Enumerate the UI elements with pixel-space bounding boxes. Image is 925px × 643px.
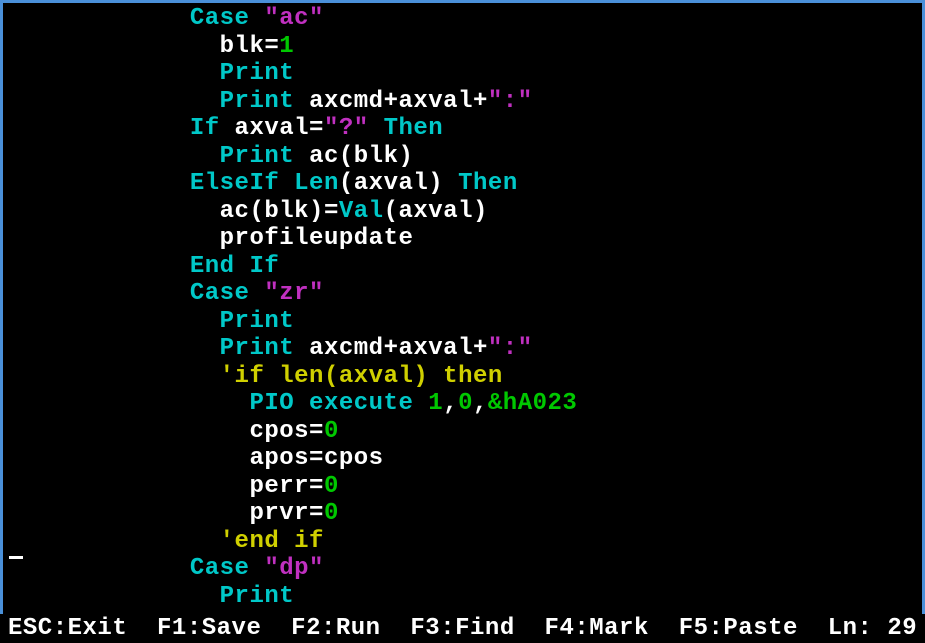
code-line: apos=cpos xyxy=(11,445,914,473)
code-line: Print xyxy=(11,583,914,611)
code-line: PIO execute 1,0,&hA023 xyxy=(11,390,914,418)
esc-hint: ESC:Exit xyxy=(8,615,127,642)
code-line: cpos=0 xyxy=(11,418,914,446)
code-line: 'end if xyxy=(11,528,914,556)
code-line: Case "ac" xyxy=(11,5,914,33)
f5-hint: F5:Paste xyxy=(679,615,798,642)
code-line: prvr=0 xyxy=(11,500,914,528)
f3-hint: F3:Find xyxy=(410,615,514,642)
code-line: Case "dp" xyxy=(11,555,914,583)
line-number-value: 29 xyxy=(887,615,917,642)
code-line: blk=1 xyxy=(11,33,914,61)
code-line: 'if len(axval) then xyxy=(11,363,914,391)
code-line: End If xyxy=(11,253,914,281)
code-line: Case "zr" xyxy=(11,280,914,308)
f4-hint: F4:Mark xyxy=(545,615,649,642)
text-cursor xyxy=(9,556,23,559)
f2-hint: F2:Run xyxy=(291,615,380,642)
f1-hint: F1:Save xyxy=(157,615,261,642)
code-line: ac(blk)=Val(axval) xyxy=(11,198,914,226)
code-line: profileupdate xyxy=(11,225,914,253)
code-line: perr=0 xyxy=(11,473,914,501)
code-line: ElseIf Len(axval) Then xyxy=(11,170,914,198)
code-line: Print axcmd+axval+":" xyxy=(11,335,914,363)
code-line: Print xyxy=(11,60,914,88)
code-editor[interactable]: Case "ac" blk=1 Print Print axcmd+axval+… xyxy=(0,0,925,614)
line-number-label: Ln: xyxy=(828,615,888,642)
code-line: Print ac(blk) xyxy=(11,143,914,171)
code-line: If axval="?" Then xyxy=(11,115,914,143)
status-bar: ESC:Exit F1:Save F2:Run F3:Find F4:Mark … xyxy=(0,615,925,643)
code-line: Print axcmd+axval+":" xyxy=(11,88,914,116)
code-line: Print xyxy=(11,308,914,336)
